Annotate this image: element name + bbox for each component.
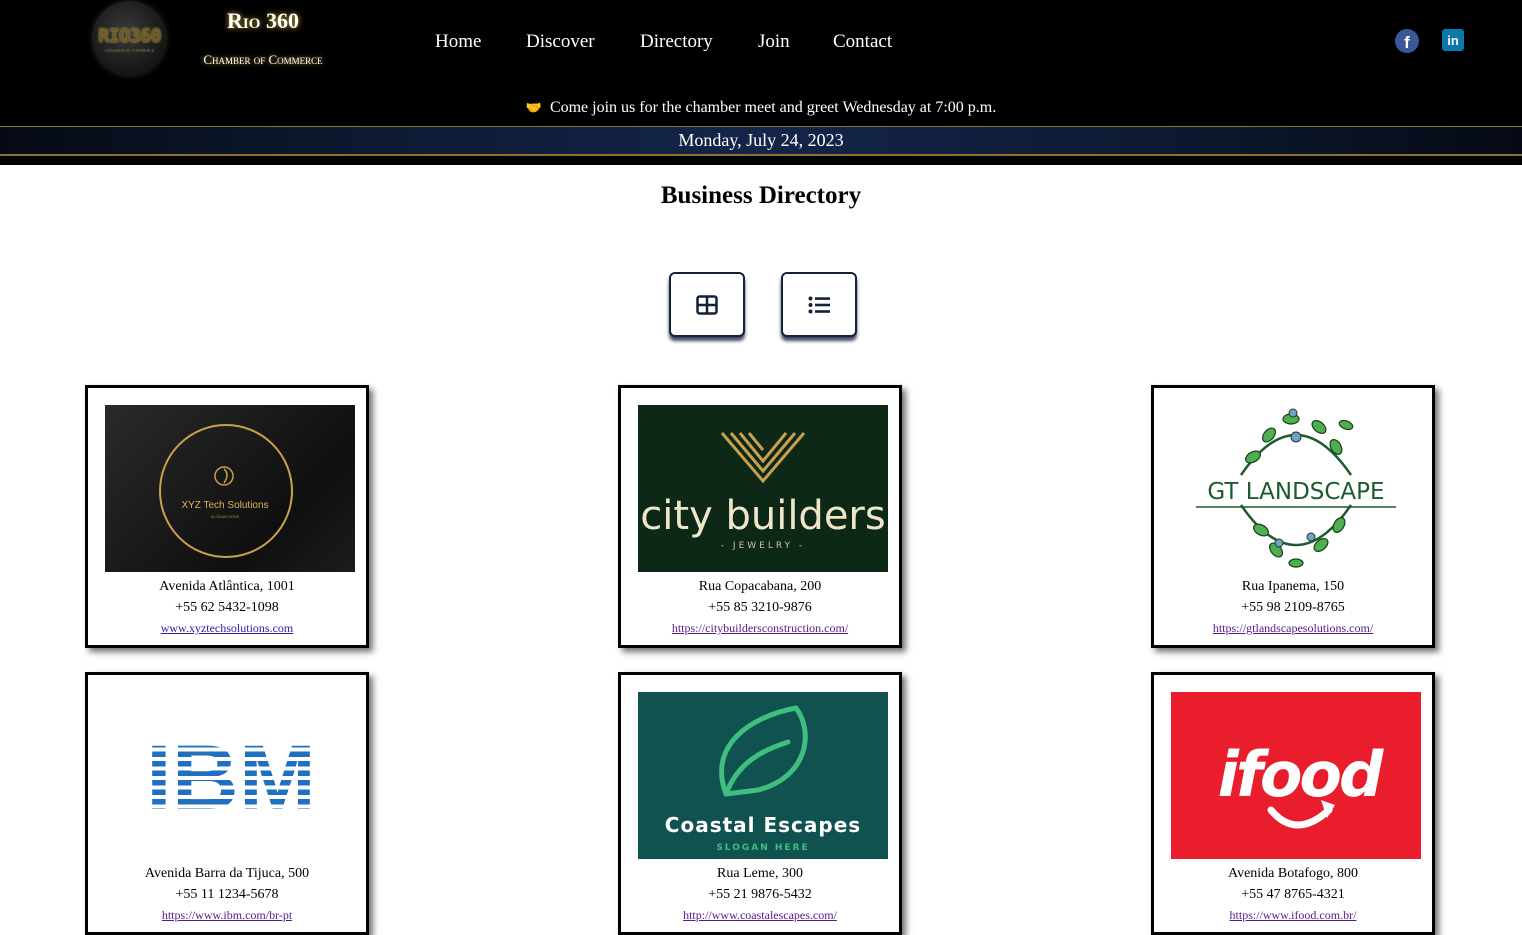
- grid-view-icon: [696, 294, 718, 315]
- announcement-banner: 🤝 Come join us for the chamber meet and g…: [0, 99, 1522, 117]
- coastal-escapes-logo-graphic: Coastal Escapes SLOGAN HERE: [665, 705, 861, 853]
- xyz-logo-slogan: SLOGAN HERE: [211, 514, 240, 519]
- business-logo-gt-landscape: GT LANDSCAPE: [1171, 405, 1421, 572]
- page-title: Business Directory: [660, 182, 862, 209]
- business-card: Coastal Escapes SLOGAN HERE Rua Leme, 30…: [618, 672, 902, 935]
- business-info: Avenida Botafogo, 800 +55 47 8765-4321 h…: [1154, 863, 1432, 926]
- linkedin-icon[interactable]: in: [1442, 29, 1464, 51]
- ifood-logo-name: ifood: [1218, 738, 1384, 811]
- business-card: GT LANDSCAPE Rua Ipanema, 150 +55 98 210…: [1151, 385, 1435, 648]
- site-header: RIO360 CHAMBER OF COMMERCE Rio 360 Chamb…: [0, 0, 1522, 165]
- business-website-link[interactable]: www.xyztechsolutions.com: [161, 618, 294, 639]
- business-address: Rua Leme, 300: [717, 866, 803, 881]
- business-card: XYZ Tech Solutions SLOGAN HERE Avenida A…: [85, 385, 369, 648]
- business-info: Avenida Atlântica, 1001 +55 62 5432-1098…: [88, 576, 366, 639]
- xyz-logo-name: XYZ Tech Solutions: [181, 500, 268, 511]
- logo-subtext: CHAMBER OF COMMERCE: [104, 47, 155, 53]
- coastal-escapes-logo-name: Coastal Escapes: [665, 813, 861, 837]
- business-phone: +55 21 9876-5432: [708, 887, 812, 902]
- current-date: Monday, July 24, 2023: [0, 126, 1522, 156]
- business-address: Avenida Botafogo, 800: [1228, 866, 1358, 881]
- announcement-text: Come join us for the chamber meet and gr…: [549, 99, 997, 116]
- business-website-link[interactable]: https://citybuildersconstruction.com/: [672, 618, 848, 639]
- facebook-icon[interactable]: f: [1395, 29, 1419, 53]
- business-phone: +55 62 5432-1098: [175, 600, 279, 615]
- business-logo-xyz: XYZ Tech Solutions SLOGAN HERE: [105, 405, 355, 572]
- ibm-logo-graphic: IBM: [146, 727, 316, 829]
- brand-title: Rio 360: [227, 8, 299, 33]
- city-builders-logo-graphic: city builders - JEWELRY -: [640, 432, 886, 551]
- ibm-logo-name: IBM: [146, 727, 316, 829]
- business-logo-ifood: ifood: [1171, 692, 1421, 859]
- business-info: Rua Leme, 300 +55 21 9876-5432 http://ww…: [621, 863, 899, 926]
- business-card: ifood Avenida Botafogo, 800 +55 47 8765-…: [1151, 672, 1435, 935]
- business-phone: +55 47 8765-4321: [1241, 887, 1345, 902]
- gt-landscape-logo-graphic: GT LANDSCAPE: [1196, 408, 1396, 568]
- business-card: IBM Avenida Barra da Tijuca, 500 +55 11 …: [85, 672, 369, 935]
- nav-home[interactable]: Home: [435, 31, 481, 53]
- xyz-logo-graphic: XYZ Tech Solutions SLOGAN HERE: [159, 424, 293, 558]
- brand-subtitle: Chamber of Commerce: [203, 52, 323, 67]
- business-phone: +55 85 3210-9876: [708, 600, 812, 615]
- business-info: Rua Ipanema, 150 +55 98 2109-8765 https:…: [1154, 576, 1432, 639]
- list-view-button[interactable]: [781, 272, 857, 337]
- business-website-link[interactable]: https://www.ifood.com.br/: [1230, 905, 1357, 926]
- nav-join[interactable]: Join: [758, 31, 790, 53]
- list-view-icon: [808, 296, 830, 313]
- coastal-escapes-logo-slogan: SLOGAN HERE: [716, 843, 809, 853]
- business-info: Rua Copacabana, 200 +55 85 3210-9876 htt…: [621, 576, 899, 639]
- city-builders-logo-slogan: - JEWELRY -: [721, 541, 805, 551]
- business-logo-ibm: IBM: [105, 692, 355, 859]
- business-phone: +55 11 1234-5678: [175, 887, 279, 902]
- business-info: Avenida Barra da Tijuca, 500 +55 11 1234…: [88, 863, 366, 926]
- nav-directory[interactable]: Directory: [640, 31, 713, 53]
- business-card: city builders - JEWELRY - Rua Copacabana…: [618, 385, 902, 648]
- business-address: Avenida Barra da Tijuca, 500: [144, 866, 310, 881]
- logo-text: RIO360: [98, 24, 162, 47]
- business-address: Rua Copacabana, 200: [698, 579, 822, 594]
- chamber-logo[interactable]: RIO360 CHAMBER OF COMMERCE: [92, 1, 167, 76]
- business-website-link[interactable]: http://www.coastalescapes.com/: [683, 905, 837, 926]
- city-builders-logo-name: city builders: [640, 493, 885, 539]
- gt-landscape-logo-name: GT LANDSCAPE: [1207, 479, 1384, 505]
- handshake-icon: 🤝: [525, 100, 542, 115]
- grid-view-button[interactable]: [669, 272, 745, 337]
- business-phone: +55 98 2109-8765: [1241, 600, 1345, 615]
- ifood-logo-graphic: ifood: [1218, 738, 1387, 829]
- business-address: Rua Ipanema, 150: [1241, 579, 1345, 594]
- business-website-link[interactable]: https://www.ibm.com/br-pt: [162, 905, 292, 926]
- nav-discover[interactable]: Discover: [526, 31, 595, 53]
- nav-contact[interactable]: Contact: [833, 31, 892, 53]
- business-logo-city-builders: city builders - JEWELRY -: [638, 405, 888, 572]
- business-website-link[interactable]: https://gtlandscapesolutions.com/: [1213, 618, 1373, 639]
- business-logo-coastal-escapes: Coastal Escapes SLOGAN HERE: [638, 692, 888, 859]
- business-address: Avenida Atlântica, 1001: [159, 579, 295, 594]
